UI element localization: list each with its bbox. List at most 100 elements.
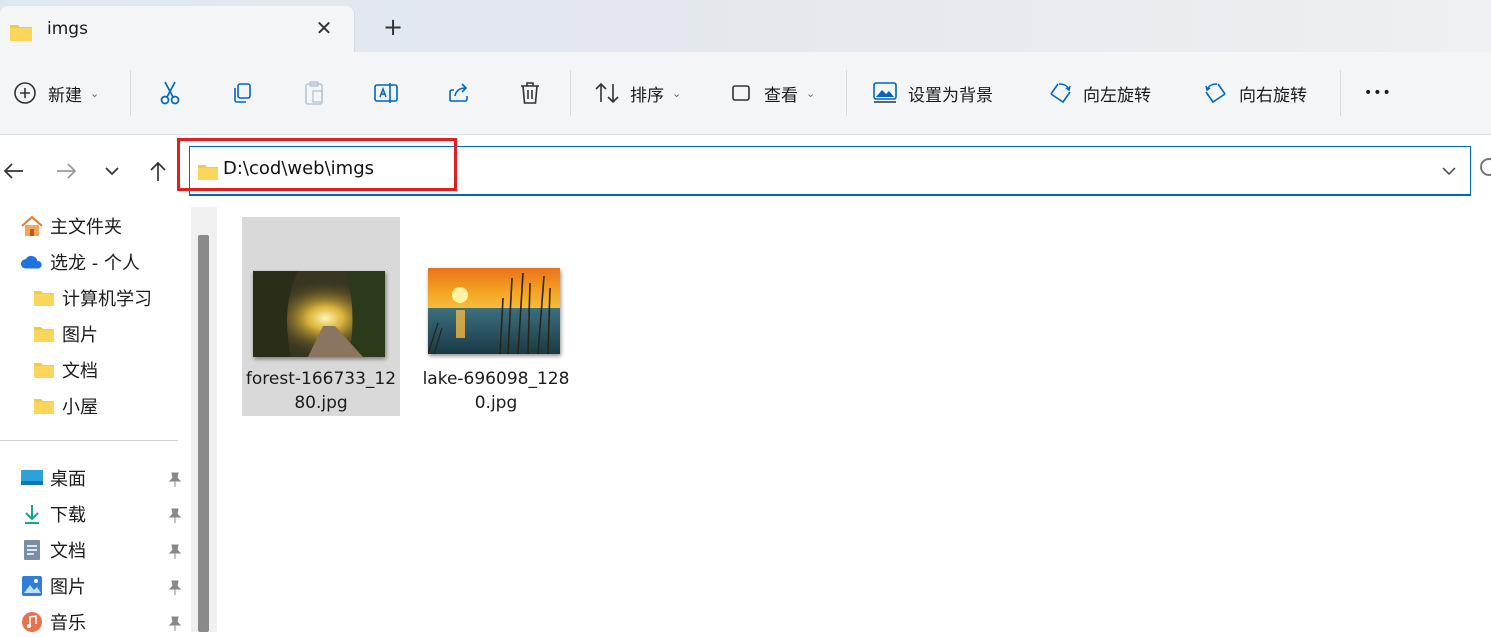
rotate-left-icon [1047, 80, 1073, 106]
desktop-icon [20, 467, 44, 489]
home-icon [20, 215, 44, 237]
folder-icon [32, 359, 56, 381]
arrow-right-icon [57, 163, 77, 179]
paste-button[interactable] [301, 52, 327, 134]
delete-button[interactable] [517, 52, 543, 134]
back-button[interactable] [0, 155, 28, 187]
sidebar-item-onedrive[interactable]: 选龙 - 个人 [20, 247, 140, 277]
sidebar-item-folder[interactable]: 小屋 [32, 391, 98, 421]
sidebar-item-label: 桌面 [50, 469, 86, 490]
chevron-down-icon: ⌄ [672, 86, 682, 100]
new-button[interactable]: 新建 ⌄ [12, 52, 99, 134]
chevron-down-icon: ⌄ [806, 86, 816, 100]
forest-thumbnail [253, 271, 385, 357]
chevron-down-icon: ⌄ [90, 86, 100, 100]
chevron-down-icon [105, 167, 119, 176]
view-label: 查看 [764, 85, 798, 106]
download-icon [20, 503, 44, 525]
sidebar-item-label: 图片 [50, 577, 86, 598]
view-icon [728, 80, 754, 106]
address-bar[interactable] [189, 146, 1471, 196]
copy-icon [229, 80, 255, 106]
documents-icon [20, 539, 44, 561]
pin-icon[interactable] [168, 508, 182, 524]
sort-button[interactable]: 排序 ⌄ [594, 52, 681, 134]
rotate-left-label: 向左旋转 [1083, 85, 1151, 106]
pictures-icon [20, 575, 44, 597]
folder-icon [197, 163, 219, 185]
sidebar-item-folder[interactable]: 文档 [32, 355, 98, 385]
trash-icon [517, 80, 543, 106]
sidebar-item-downloads[interactable]: 下载 [20, 499, 86, 529]
sidebar-item-label: 音乐 [50, 613, 86, 634]
onedrive-cloud-icon [20, 251, 44, 273]
more-icon: ••• [1364, 85, 1392, 101]
more-options-button[interactable]: ••• [1364, 52, 1392, 134]
up-button[interactable] [144, 155, 172, 187]
view-button[interactable]: 查看 ⌄ [728, 52, 815, 134]
title-bar: imgs ✕ + [0, 0, 1491, 52]
rotate-right-icon [1203, 80, 1229, 106]
file-item-lake[interactable]: lake-696098_1280.jpg [417, 217, 575, 416]
copy-button[interactable] [229, 52, 255, 134]
search-icon[interactable] [1480, 158, 1491, 176]
pin-icon[interactable] [168, 580, 182, 596]
navigation-pane: 主文件夹 选龙 - 个人 计算机学习 图片 文档 小屋 桌面 下载 文档 图片 … [0, 207, 190, 634]
rotate-left-button[interactable]: 向左旋转 [1047, 52, 1151, 134]
rename-icon [373, 80, 399, 106]
share-icon [446, 80, 472, 106]
sidebar-item-documents[interactable]: 文档 [20, 535, 86, 565]
new-tab-button[interactable]: + [380, 14, 406, 40]
sidebar-item-label: 小屋 [62, 397, 98, 418]
set-background-button[interactable]: 设置为背景 [872, 52, 993, 134]
rotate-right-button[interactable]: 向右旋转 [1203, 52, 1307, 134]
sidebar-item-home[interactable]: 主文件夹 [20, 211, 122, 241]
sort-arrows-icon [594, 80, 620, 106]
address-input[interactable] [223, 158, 1123, 179]
close-tab-icon[interactable]: ✕ [312, 16, 336, 40]
command-bar: 新建 ⌄ 排序 ⌄ 查看 ⌄ 设置为背景 向左旋转 向右旋转 ••• [0, 52, 1491, 135]
wallpaper-icon [872, 80, 898, 106]
separator [846, 70, 847, 116]
file-item-forest[interactable]: forest-166733_1280.jpg [242, 217, 400, 416]
paste-icon [301, 80, 327, 106]
scrollbar-thumb[interactable] [198, 235, 209, 632]
tab-imgs[interactable]: imgs ✕ [0, 6, 355, 52]
folder-icon [32, 395, 56, 417]
folder-icon [32, 287, 56, 309]
file-name: forest-166733_1280.jpg [245, 369, 397, 413]
sidebar-item-folder[interactable]: 图片 [32, 319, 98, 349]
sidebar-item-label: 文档 [62, 361, 98, 382]
sidebar-item-folder[interactable]: 计算机学习 [32, 283, 152, 313]
sidebar-item-label: 下载 [50, 505, 86, 526]
file-name: lake-696098_1280.jpg [422, 369, 570, 413]
folder-icon [9, 22, 33, 46]
scissors-icon [157, 80, 183, 106]
sidebar-item-desktop[interactable]: 桌面 [20, 463, 86, 493]
rotate-right-label: 向右旋转 [1239, 85, 1307, 106]
sidebar-item-label: 文档 [50, 541, 86, 562]
sidebar-item-music[interactable]: 音乐 [20, 607, 86, 637]
forward-button[interactable] [52, 155, 80, 187]
recent-locations-button[interactable] [98, 155, 126, 187]
sidebar-item-label: 选龙 - 个人 [50, 253, 140, 274]
pin-icon[interactable] [168, 544, 182, 560]
rename-button[interactable] [373, 52, 399, 134]
sidebar-item-label: 图片 [62, 325, 98, 346]
cut-button[interactable] [157, 52, 183, 134]
pin-icon[interactable] [168, 616, 182, 632]
sort-label: 排序 [630, 85, 664, 106]
sidebar-item-pictures[interactable]: 图片 [20, 571, 86, 601]
folder-icon [32, 323, 56, 345]
nav-scrollbar[interactable] [191, 207, 217, 632]
separator [1340, 70, 1341, 116]
chevron-down-icon[interactable] [1442, 161, 1456, 180]
separator [130, 70, 131, 116]
arrow-up-icon [150, 161, 166, 181]
share-button[interactable] [446, 52, 472, 134]
arrow-left-icon [3, 163, 23, 179]
pin-icon[interactable] [168, 472, 182, 488]
lake-thumbnail [428, 268, 560, 354]
set-background-label: 设置为背景 [908, 85, 993, 106]
separator [570, 70, 571, 116]
